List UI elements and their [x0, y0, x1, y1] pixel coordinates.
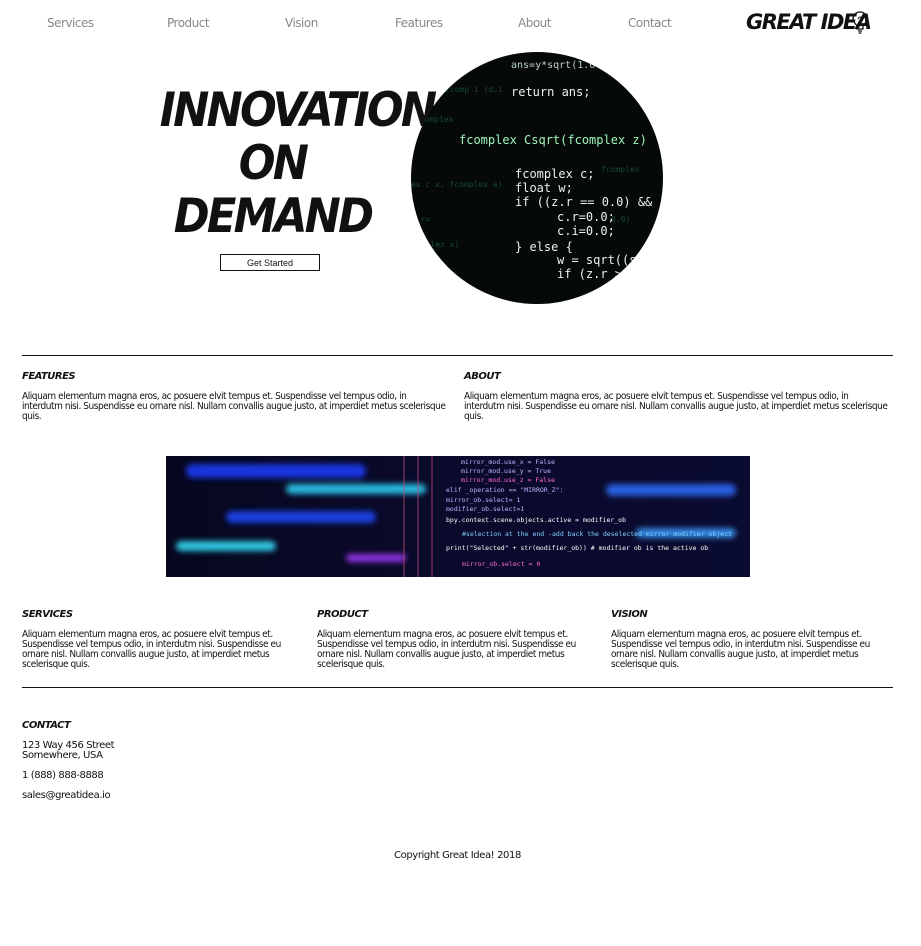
vision-text: Aliquam elementum magna eros, ac posuere…	[611, 629, 870, 670]
code-line: return ans;	[511, 85, 590, 99]
svg-text:ans=y*sqrt(1.0+temp: ans=y*sqrt(1.0+temp	[511, 60, 625, 71]
hero-title-line: INNOVATION	[159, 83, 437, 138]
divider	[22, 687, 893, 688]
code-line: w = sqrt((sqrt(z.r	[557, 253, 663, 267]
contact-email[interactable]: sales@greatidea.io	[22, 791, 111, 801]
nav-link-product[interactable]: Product	[167, 16, 210, 30]
features-title: Features	[22, 371, 76, 382]
contact-title: Contact	[22, 720, 71, 731]
lightbulb-icon	[852, 11, 868, 34]
banner-code-line: mirror_mod.use_x = False	[461, 458, 555, 466]
code-banner-art: mirror_mod.use_x = False mirror_mod.use_…	[166, 456, 750, 577]
vision-title: Vision	[611, 609, 648, 620]
nav-link-about[interactable]: About	[518, 16, 551, 30]
brand-logo[interactable]: GREAT IDEA	[746, 9, 872, 37]
about-text: Aliquam elementum magna eros, ac posuere…	[464, 391, 888, 422]
svg-text:fcomplex: fcomplex	[601, 165, 640, 174]
banner-code-line: elif _operation == "MIRROR_Z":	[446, 486, 563, 494]
hero-code-image: sqrt(fcomp i (d.i fcomplex ex c x, fcomp…	[411, 52, 663, 304]
hero-title-line: DEMAND	[173, 189, 374, 244]
nav-link-vision[interactable]: Vision	[285, 16, 318, 30]
product-text: Aliquam elementum magna eros, ac posuere…	[317, 629, 576, 670]
code-line: } else {	[515, 240, 573, 254]
nav-link-services[interactable]: Services	[47, 16, 94, 30]
code-line: c.r=0.0;	[557, 210, 615, 224]
nav-link-features[interactable]: Features	[395, 16, 443, 30]
code-line: c.i=0.0;	[557, 224, 615, 238]
code-line: float w;	[515, 181, 573, 195]
banner-code-line: mirror_mod.use_y = True	[461, 467, 551, 475]
svg-text:mirror_ob.select = 0: mirror_ob.select = 0	[462, 560, 540, 568]
footer-copyright: Copyright Great Idea! 2018	[394, 850, 521, 861]
code-line: fcomplex Csqrt(fcomplex z)	[459, 133, 647, 147]
get-started-button[interactable]: Get Started	[220, 254, 320, 271]
code-line: fcomplex c;	[515, 167, 594, 181]
svg-text:c.r=: c.r=	[411, 215, 430, 224]
features-text: Aliquam elementum magna eros, ac posuere…	[22, 391, 446, 422]
services-text: Aliquam elementum magna eros, ac posuere…	[22, 629, 281, 670]
hero-title: INNOVATION ON DEMAND	[159, 83, 437, 244]
contact-address-line2: Somewhere, USA	[22, 750, 103, 761]
nav-link-contact[interactable]: Contact	[628, 16, 672, 30]
contact-phone[interactable]: 1 (888) 888-8888	[22, 771, 104, 781]
banner-code-line: print("Selected" + str(modifier_ob)) # m…	[446, 544, 708, 552]
banner-code-line: mirror_ob.select= 1	[446, 496, 520, 504]
code-banner-image: mirror_mod.use_x = False mirror_mod.use_…	[166, 456, 750, 577]
svg-text:ex c x, fcomplex a): ex c x, fcomplex a)	[411, 180, 503, 189]
svg-text:omplex x): omplex x)	[416, 240, 459, 249]
banner-code-line: mirror_mod.use_z = False	[461, 476, 555, 484]
top-nav: Services Product Vision Features About C…	[0, 0, 921, 46]
product-title: Product	[317, 609, 368, 620]
svg-text:#selection at the end -add bac: #selection at the end -add back the dese…	[462, 530, 732, 538]
divider	[22, 355, 893, 356]
code-line: if ((z.r == 0.0) && (z.i == 0.0)) {	[515, 195, 663, 209]
banner-code-line: bpy.context.scene.objects.active = modif…	[446, 516, 626, 524]
about-title: About	[464, 371, 501, 382]
hero-title-line: ON	[238, 136, 309, 191]
banner-code-line: modifier_ob.select=1	[446, 505, 524, 513]
hero-code-image-art: sqrt(fcomp i (d.i fcomplex ex c x, fcomp…	[411, 52, 663, 304]
services-title: Services	[22, 609, 73, 620]
code-line: if (z.r >= 0.0)	[557, 267, 663, 281]
